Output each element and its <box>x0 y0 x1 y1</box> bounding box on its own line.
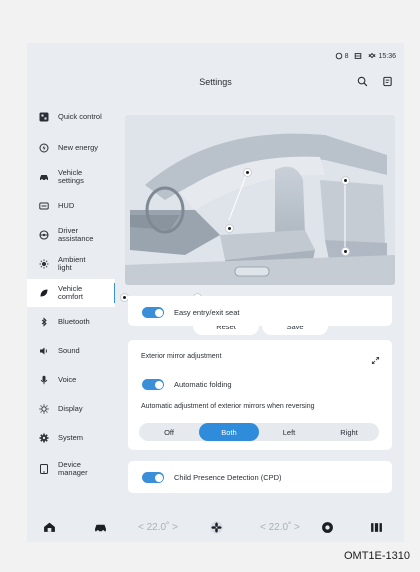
bottom-bar: < 22.0˚ > < 22.0˚ > <box>27 513 404 542</box>
apps-button[interactable] <box>368 519 384 535</box>
mirror-card-title: Exterior mirror adjustment <box>141 353 222 360</box>
car-interior-image <box>125 133 395 285</box>
comfort-icon <box>39 288 49 298</box>
cpd-label: Child Presence Detection (CPD) <box>174 473 282 482</box>
fan-icon <box>209 520 223 534</box>
settings-screen: 8 15:36 Settings Quick control New energ… <box>27 43 404 542</box>
reversing-adjust-label: Automatic adjustment of exterior mirrors… <box>141 403 315 410</box>
gear-icon <box>39 433 49 443</box>
sidebar-item-label: Driver assistance <box>58 226 94 243</box>
apps-grid-icon <box>370 522 382 532</box>
speaker-icon <box>39 346 49 356</box>
signal-icon <box>335 52 342 60</box>
sidebar-item-vehicle-comfort[interactable]: Vehicle comfort <box>27 279 115 307</box>
page-title: Settings <box>199 77 232 87</box>
left-temperature[interactable]: < 22.0˚ > <box>123 519 193 535</box>
seat-slider-left-handle[interactable] <box>121 294 128 301</box>
clock: 15:36 <box>368 52 396 60</box>
status-time: 15:36 <box>378 52 396 60</box>
sidebar-item-sound[interactable]: Sound <box>27 337 115 365</box>
fan-button[interactable] <box>205 519 227 535</box>
brightness-icon <box>39 404 49 414</box>
sidebar-item-label: Ambient light <box>58 255 86 272</box>
sidebar-item-quick-control[interactable]: Quick control <box>27 103 115 131</box>
sidebar-item-display[interactable]: Display <box>27 395 115 423</box>
seat-adjust-point[interactable] <box>244 169 251 176</box>
sidebar-item-label: Bluetooth <box>58 317 90 326</box>
auto-folding-label: Automatic folding <box>174 380 232 389</box>
cpd-toggle[interactable] <box>142 472 164 483</box>
sidebar-item-bluetooth[interactable]: Bluetooth <box>27 308 115 336</box>
mirror-option-off[interactable]: Off <box>139 423 199 441</box>
figure-code: OMT1E-1310 <box>343 550 410 562</box>
status-bar: 8 15:36 <box>335 49 396 63</box>
mirror-option-both[interactable]: Both <box>199 423 259 441</box>
easy-entry-toggle[interactable] <box>142 307 164 318</box>
ambient-light-icon <box>39 259 49 269</box>
easy-entry-card: Easy entry/exit seat <box>128 296 392 326</box>
sidebar-item-label: Vehicle comfort <box>58 284 84 301</box>
sidebar-item-ambient-light[interactable]: Ambient light <box>27 250 115 278</box>
sidebar-item-label: Quick control <box>58 112 102 121</box>
sidebar-item-label: System <box>58 433 84 442</box>
right-temperature[interactable]: < 22.0˚ > <box>245 519 315 535</box>
record-icon <box>321 521 333 533</box>
sidebar-item-label: Voice <box>58 375 77 384</box>
car-icon <box>39 172 49 182</box>
cpd-card: Child Presence Detection (CPD) <box>128 461 392 493</box>
easy-entry-label: Easy entry/exit seat <box>174 308 240 317</box>
bluetooth-icon <box>39 317 49 327</box>
sidebar-item-label: Display <box>58 404 83 413</box>
seat-illustration <box>125 115 395 285</box>
quick-control-icon <box>39 112 49 122</box>
sidebar-item-label: HUD <box>58 201 75 210</box>
network-icon <box>368 52 377 59</box>
expand-icon[interactable] <box>371 352 380 365</box>
notes-button[interactable] <box>381 75 394 88</box>
sidebar-item-hud[interactable]: HUD <box>27 192 115 220</box>
notes-icon <box>383 76 392 87</box>
seat-adjust-point[interactable] <box>342 248 349 255</box>
status-count: 8 <box>344 52 349 60</box>
mirror-option-right[interactable]: Right <box>319 423 379 441</box>
sidebar-item-label: New energy <box>58 143 99 152</box>
sidebar-item-device-manager[interactable]: Device manager <box>27 455 115 483</box>
microphone-icon <box>39 375 49 385</box>
mirror-option-left[interactable]: Left <box>259 423 319 441</box>
media-button[interactable] <box>319 519 335 535</box>
vehicle-button[interactable] <box>92 519 108 535</box>
auto-folding-toggle[interactable] <box>142 379 164 390</box>
home-button[interactable] <box>41 519 57 535</box>
sidebar-item-label: Device manager <box>58 460 88 477</box>
search-button[interactable] <box>356 75 369 88</box>
search-icon <box>357 76 368 87</box>
energy-icon <box>39 143 49 153</box>
sidebar-item-vehicle-settings[interactable]: Vehicle settings <box>27 163 115 191</box>
seat-adjust-point[interactable] <box>342 177 349 184</box>
hud-icon <box>39 201 49 211</box>
sidebar-item-system[interactable]: System <box>27 424 115 452</box>
mirror-mode-selector: Off Both Left Right <box>139 423 379 441</box>
sidebar-item-label: Sound <box>58 346 80 355</box>
car-icon <box>94 524 106 532</box>
seat-adjust-point[interactable] <box>226 225 233 232</box>
sidebar-item-new-energy[interactable]: New energy <box>27 134 115 162</box>
tablet-icon <box>39 464 49 474</box>
home-car-icon <box>43 522 55 532</box>
status-item: 8 <box>335 52 349 60</box>
steering-wheel-icon <box>39 230 49 240</box>
battery-icon <box>355 53 362 59</box>
sidebar-item-driver-assistance[interactable]: Driver assistance <box>27 221 115 249</box>
sidebar-item-voice[interactable]: Voice <box>27 366 115 394</box>
sidebar-item-label: Vehicle settings <box>58 168 84 185</box>
mirror-adjustment-card: Exterior mirror adjustment Automatic fol… <box>128 340 392 450</box>
